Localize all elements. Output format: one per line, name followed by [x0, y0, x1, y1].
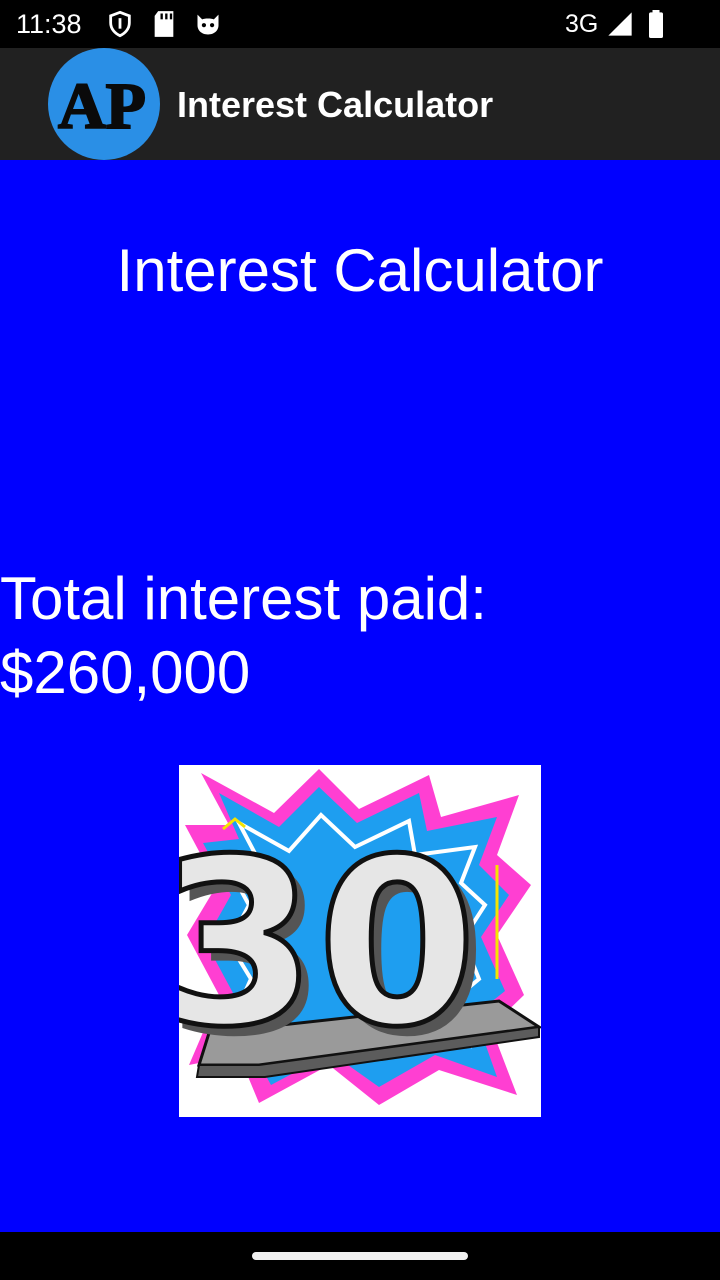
- status-time: 11:38: [16, 9, 82, 39]
- cat-face-icon: [197, 14, 219, 35]
- thirty-years-trophy-icon: 30 30: [154, 765, 544, 1117]
- trophy-number: 30: [179, 811, 477, 1078]
- home-gesture-handle[interactable]: [252, 1252, 468, 1260]
- page-title: Interest Calculator: [116, 237, 604, 304]
- result-text: Total interest paid: $260,000: [0, 562, 720, 710]
- app-title: Interest Calculator: [177, 84, 494, 125]
- status-bar: 11:38 3G: [0, 0, 720, 48]
- result-label: Total interest paid:: [0, 565, 487, 632]
- app-bar: AP Interest Calculator: [0, 48, 720, 160]
- navigation-bar: [0, 1232, 720, 1280]
- signal-icon: [608, 12, 632, 36]
- result-value: $260,000: [0, 639, 251, 706]
- app-logo: AP: [48, 48, 160, 160]
- network-type: 3G: [565, 10, 599, 38]
- shield-icon: [109, 10, 131, 38]
- main-content: Interest Calculator Total interest paid:…: [0, 160, 720, 1232]
- sd-card-icon: [154, 11, 174, 37]
- logo-text: AP: [58, 70, 146, 143]
- battery-icon: [649, 10, 663, 38]
